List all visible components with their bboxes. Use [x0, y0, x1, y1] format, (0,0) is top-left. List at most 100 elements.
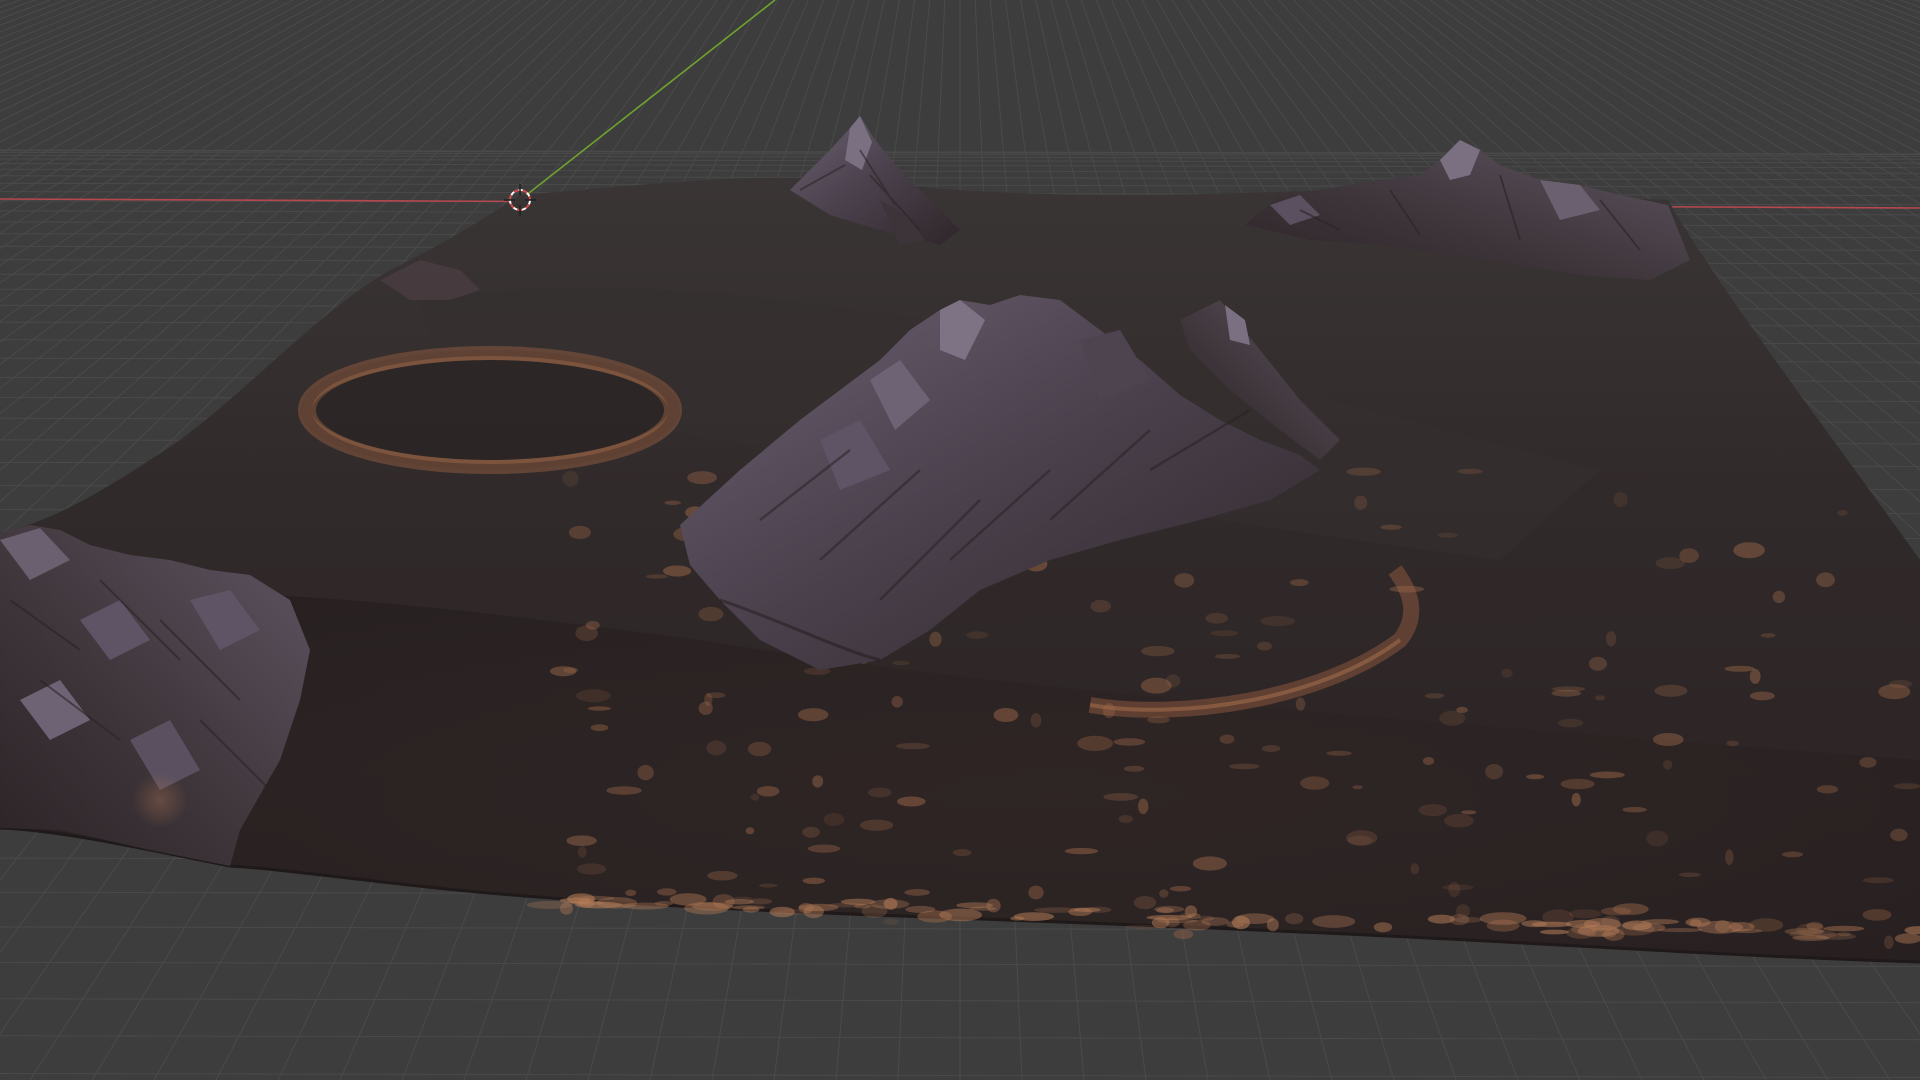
terrain-speckle	[691, 902, 734, 911]
terrain-speckle	[1205, 612, 1228, 624]
terrain-speckle	[1613, 492, 1628, 508]
terrain-speckle	[1439, 710, 1466, 726]
terrain-speckle	[1588, 656, 1607, 671]
terrain-speckle	[1159, 889, 1169, 898]
terrain-speckle	[1816, 785, 1839, 794]
terrain-speckle	[1595, 695, 1606, 701]
terrain-speckle	[1890, 828, 1908, 842]
terrain-speckle	[1141, 645, 1175, 657]
terrain-speckle	[1198, 915, 1215, 921]
terrain-speckle	[1138, 798, 1149, 815]
terrain-speckle	[1064, 847, 1099, 855]
terrain-speckle	[1257, 641, 1272, 651]
terrain-speckle	[577, 846, 587, 858]
terrain-speckle	[1560, 778, 1595, 790]
terrain-speckle	[1521, 920, 1548, 928]
terrain-speckle	[1210, 630, 1238, 637]
terrain-speckle	[952, 849, 972, 857]
crater-left	[298, 346, 682, 474]
terrain-speckle	[1028, 885, 1044, 900]
terrain-speckle	[1347, 835, 1373, 846]
terrain-speckle	[1551, 689, 1582, 697]
terrain-speckle	[637, 764, 654, 781]
terrain-speckle	[758, 883, 778, 888]
terrain-speckle	[1526, 774, 1545, 780]
terrain-speckle	[1156, 907, 1175, 914]
terrain-speckle	[1090, 599, 1111, 613]
terrain-speckle	[1103, 793, 1139, 801]
terrain-speckle	[1461, 810, 1477, 815]
terrain-speckle	[1346, 467, 1381, 476]
terrain-speckle	[1380, 524, 1402, 530]
terrain-speckle	[1013, 912, 1055, 921]
terrain-speckle	[1290, 579, 1309, 587]
terrain-speckle	[1837, 510, 1848, 516]
terrain-speckle	[867, 787, 892, 798]
terrain-speckle	[802, 826, 820, 838]
terrain-speckle	[1663, 760, 1673, 770]
terrain-speckle	[1219, 734, 1235, 744]
terrain-speckle	[1261, 745, 1281, 752]
terrain-speckle	[896, 742, 930, 750]
terrain-speckle	[1437, 532, 1459, 538]
terrain-speckle	[606, 786, 642, 795]
terrain-speckle	[1725, 849, 1734, 866]
terrain-speckle	[698, 701, 713, 715]
terrain-speckle	[812, 775, 824, 788]
terrain-speckle	[1123, 765, 1145, 772]
terrain-speckle	[1724, 665, 1755, 672]
terrain-speckle	[1326, 750, 1352, 756]
terrain-speckle	[859, 819, 894, 831]
terrain-speckle	[625, 889, 637, 896]
terrain-speckle	[1837, 932, 1852, 937]
terrain-speckle	[1646, 830, 1669, 847]
terrain-speckle	[1228, 763, 1260, 770]
terrain-speckle	[1823, 925, 1865, 932]
terrain-speckle	[1173, 929, 1194, 940]
terrain-speckle	[576, 863, 607, 875]
terrain-speckle	[897, 796, 926, 807]
terrain-speckle	[1133, 896, 1157, 910]
terrain-speckle	[1260, 616, 1296, 627]
terrain-speckle	[645, 574, 668, 579]
terrain-speckle	[1696, 920, 1744, 934]
terrain-speckle	[1354, 495, 1368, 510]
terrain-speckle	[1169, 885, 1192, 892]
terrain-speckle	[1760, 633, 1776, 638]
terrain-speckle	[756, 786, 780, 797]
terrain-speckle	[891, 696, 903, 708]
terrain-speckle	[568, 525, 592, 540]
terrain-speckle	[993, 708, 1019, 722]
3d-viewport[interactable]	[0, 0, 1920, 1080]
terrain-speckle	[1600, 907, 1632, 916]
terrain-speckle	[1113, 738, 1146, 746]
terrain-speckle	[827, 902, 866, 908]
terrain-speckle	[1140, 677, 1172, 694]
terrain-speckle	[1118, 815, 1134, 823]
terrain-speckle	[1174, 573, 1195, 588]
terrain-speckle	[1589, 771, 1625, 779]
terrain-speckle	[1733, 542, 1765, 559]
terrain-speckle	[1678, 872, 1701, 878]
terrain-speckle	[1632, 923, 1666, 932]
terrain-speckle	[1312, 915, 1356, 928]
terrain-speckle	[1424, 693, 1445, 699]
terrain-speckle	[939, 908, 983, 922]
terrain-speckle	[892, 660, 910, 666]
terrain-speckle	[1479, 912, 1527, 925]
viewport-canvas[interactable]	[0, 0, 1920, 1080]
terrain-speckle	[1188, 913, 1201, 919]
terrain-speckle	[745, 827, 755, 835]
terrain-speckle	[706, 692, 726, 699]
terrain-speckle	[1422, 756, 1435, 766]
terrain-speckle	[807, 844, 841, 853]
terrain-speckle	[1792, 935, 1830, 941]
terrain-speckle	[929, 631, 942, 647]
terrain-speckle	[882, 918, 900, 925]
terrain-speckle	[1862, 909, 1892, 921]
terrain-speckle	[1266, 918, 1279, 932]
terrain-speckle	[1726, 740, 1739, 747]
terrain-speckle	[1655, 557, 1686, 570]
terrain-speckle	[1893, 783, 1920, 790]
terrain-speckle	[724, 899, 755, 905]
